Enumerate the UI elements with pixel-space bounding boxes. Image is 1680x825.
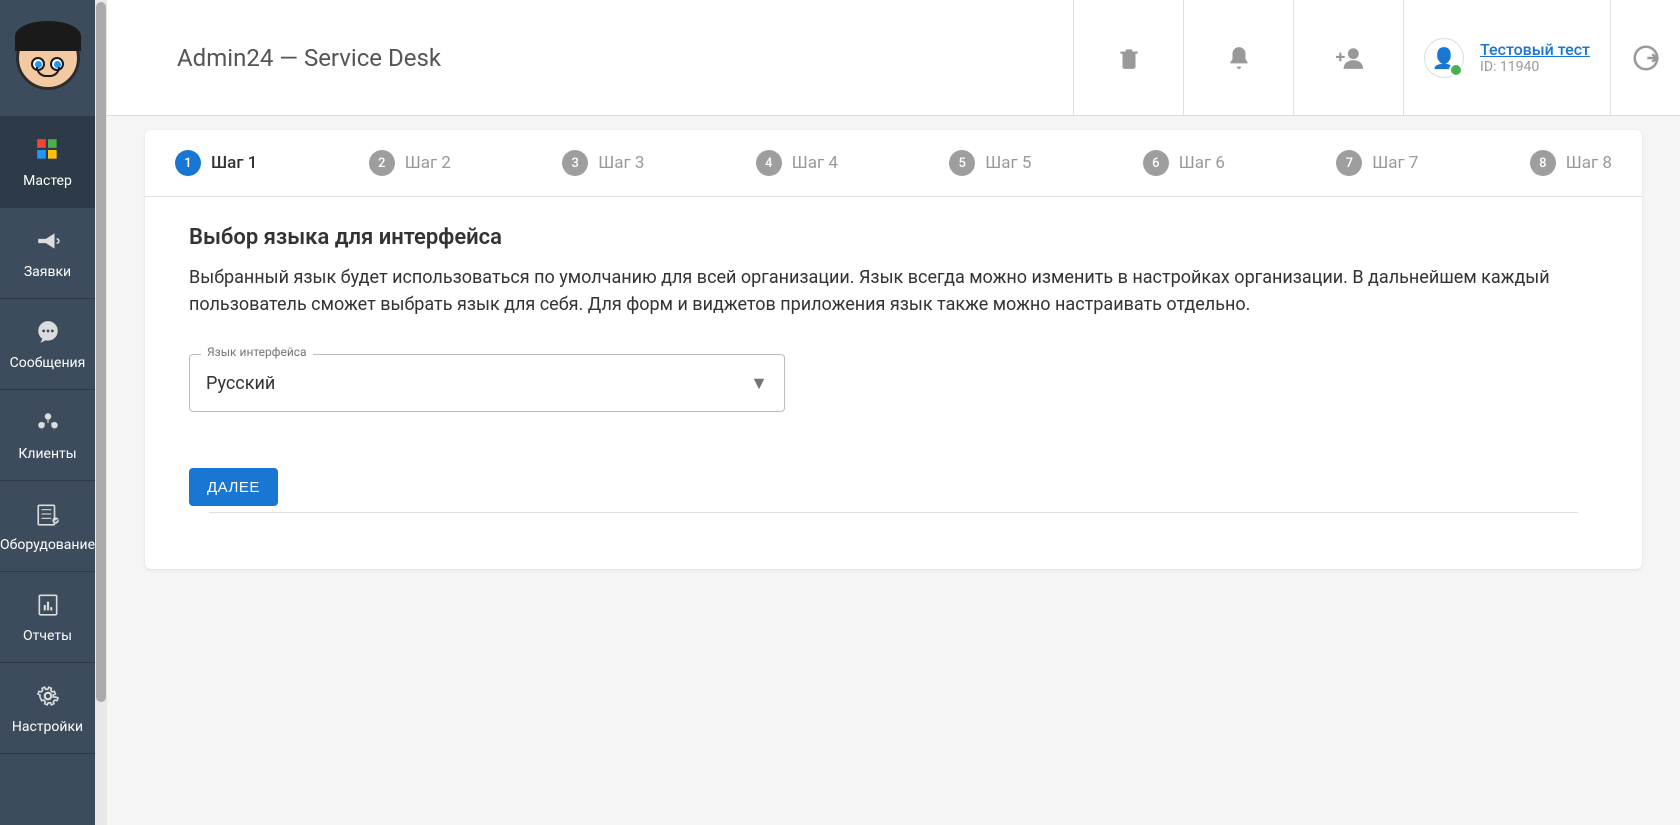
notifications-button[interactable]: [1183, 0, 1293, 115]
user-info: Тестовый тест ID: 11940: [1480, 40, 1590, 75]
content: 1 Шаг 1 2 Шаг 2 3 Шаг 3 4 Шаг 4 5 Шаг: [107, 116, 1680, 583]
sidebar-item-label: Сообщения: [10, 355, 86, 371]
main-area: Admin24 — Service Desk 👤 Тестовый тест I…: [95, 0, 1680, 825]
step-2[interactable]: 2 Шаг 2: [369, 150, 451, 176]
step-number: 4: [756, 150, 782, 176]
step-number: 2: [369, 150, 395, 176]
trash-button[interactable]: [1073, 0, 1183, 115]
megaphone-icon: [33, 226, 63, 256]
page-title: Admin24 — Service Desk: [177, 44, 1073, 72]
step-number: 8: [1530, 150, 1556, 176]
sidebar-item-label: Отчеты: [23, 628, 72, 644]
step-label: Шаг 6: [1179, 153, 1225, 173]
card-footer: [209, 512, 1578, 529]
sidebar-item-label: Оборудование: [0, 537, 95, 553]
sidebar-item-settings[interactable]: Настройки: [0, 663, 95, 754]
sidebar-item-wizard[interactable]: Мастер: [0, 117, 95, 208]
clients-icon: [33, 408, 63, 438]
section-title: Выбор языка для интерфейса: [189, 225, 1598, 250]
section-description: Выбранный язык будет использоваться по у…: [189, 264, 1598, 318]
sidebar-item-reports[interactable]: Отчеты: [0, 572, 95, 663]
card-body: Выбор языка для интерфейса Выбранный язы…: [145, 197, 1642, 569]
scrollbar[interactable]: [95, 0, 107, 825]
sidebar-avatar[interactable]: [0, 0, 95, 117]
step-number: 5: [949, 150, 975, 176]
logout-button[interactable]: [1610, 0, 1680, 115]
header: Admin24 — Service Desk 👤 Тестовый тест I…: [107, 0, 1680, 116]
step-5[interactable]: 5 Шаг 5: [949, 150, 1031, 176]
avatar-icon: [16, 26, 80, 90]
step-number: 3: [562, 150, 588, 176]
step-label: Шаг 4: [792, 153, 838, 173]
chat-icon: [33, 317, 63, 347]
sidebar-item-messages[interactable]: Сообщения: [0, 299, 95, 390]
wizard-icon: [33, 135, 63, 165]
step-label: Шаг 8: [1566, 153, 1612, 173]
step-label: Шаг 1: [211, 153, 257, 173]
gear-icon: [33, 681, 63, 711]
reports-icon: [33, 590, 63, 620]
step-label: Шаг 5: [985, 153, 1031, 173]
sidebar-item-equipment[interactable]: Оборудование: [0, 481, 95, 572]
user-id: ID: 11940: [1480, 59, 1590, 75]
chevron-down-icon: ▼: [750, 373, 768, 394]
sidebar-item-label: Клиенты: [18, 446, 76, 462]
step-number: 6: [1143, 150, 1169, 176]
user-avatar: 👤: [1424, 38, 1464, 78]
trash-icon: [1116, 45, 1142, 71]
logout-icon: [1631, 43, 1661, 73]
scrollbar-thumb[interactable]: [96, 2, 106, 702]
step-8[interactable]: 8 Шаг 8: [1530, 150, 1612, 176]
step-label: Шаг 3: [598, 153, 644, 173]
step-7[interactable]: 7 Шаг 7: [1336, 150, 1418, 176]
add-user-icon: [1331, 45, 1367, 71]
select-label: Язык интерфейса: [201, 345, 313, 359]
step-number: 1: [175, 150, 201, 176]
sidebar-item-label: Настройки: [12, 719, 83, 735]
step-label: Шаг 7: [1372, 153, 1418, 173]
step-3[interactable]: 3 Шаг 3: [562, 150, 644, 176]
header-actions: 👤 Тестовый тест ID: 11940: [1073, 0, 1680, 115]
sidebar-item-tickets[interactable]: Заявки: [0, 208, 95, 299]
step-number: 7: [1336, 150, 1362, 176]
sidebar: Мастер Заявки Сообщения Клиенты Оборудов…: [0, 0, 95, 825]
step-6[interactable]: 6 Шаг 6: [1143, 150, 1225, 176]
user-name[interactable]: Тестовый тест: [1480, 40, 1590, 59]
next-button[interactable]: ДАЛЕЕ: [189, 468, 278, 506]
sidebar-item-label: Мастер: [23, 173, 72, 189]
language-select-wrap: Язык интерфейса Русский ▼: [189, 354, 785, 412]
header-user[interactable]: 👤 Тестовый тест ID: 11940: [1403, 0, 1610, 115]
step-label: Шаг 2: [405, 153, 451, 173]
select-value: Русский: [206, 373, 275, 394]
step-4[interactable]: 4 Шаг 4: [756, 150, 838, 176]
sidebar-item-clients[interactable]: Клиенты: [0, 390, 95, 481]
language-select[interactable]: Русский ▼: [189, 354, 785, 412]
equipment-icon: [33, 499, 63, 529]
sidebar-item-label: Заявки: [24, 264, 71, 280]
stepper: 1 Шаг 1 2 Шаг 2 3 Шаг 3 4 Шаг 4 5 Шаг: [145, 130, 1642, 197]
bell-icon: [1226, 45, 1252, 71]
wizard-card: 1 Шаг 1 2 Шаг 2 3 Шаг 3 4 Шаг 4 5 Шаг: [145, 130, 1642, 569]
step-1[interactable]: 1 Шаг 1: [175, 150, 257, 176]
add-user-button[interactable]: [1293, 0, 1403, 115]
